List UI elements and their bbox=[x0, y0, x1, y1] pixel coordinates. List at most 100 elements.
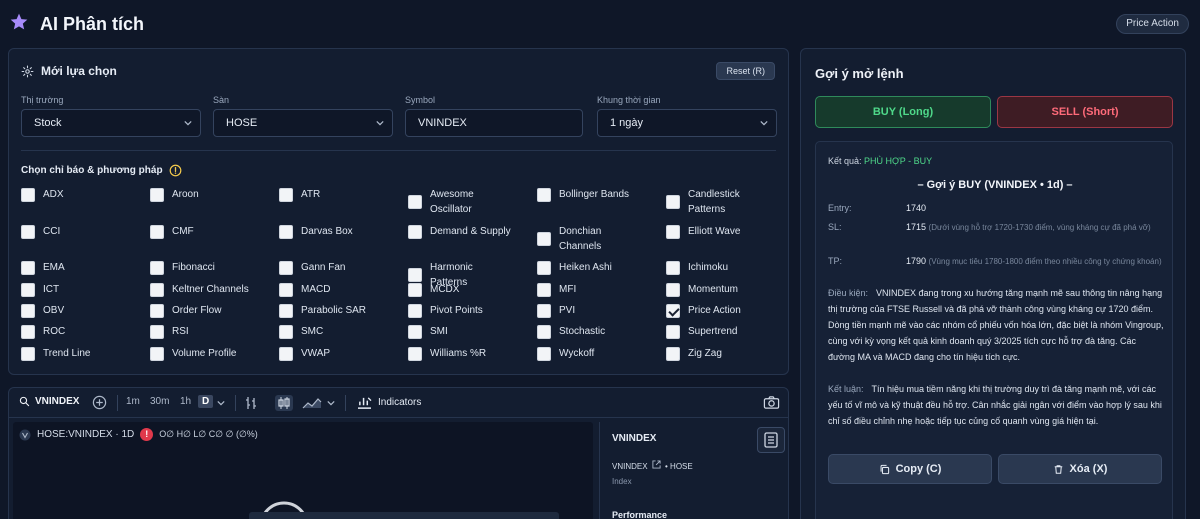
indicator-gann-fan[interactable]: Gann Fan bbox=[279, 260, 345, 275]
indicator-vwap[interactable]: VWAP bbox=[279, 346, 330, 361]
indicator-volume-profile[interactable]: Volume Profile bbox=[150, 346, 236, 361]
indicator-pivot-points[interactable]: Pivot Points bbox=[408, 303, 483, 318]
indicator-elliott-wave[interactable]: Elliott Wave bbox=[666, 224, 740, 239]
buy-button[interactable]: BUY (Long) bbox=[815, 96, 991, 128]
camera-icon[interactable] bbox=[763, 395, 780, 410]
indicator-checkbox[interactable] bbox=[21, 282, 35, 297]
indicator-checkbox[interactable] bbox=[666, 346, 680, 361]
indicator-smc[interactable]: SMC bbox=[279, 324, 323, 339]
indicator-checkbox[interactable] bbox=[279, 303, 293, 318]
indicator-checkbox[interactable] bbox=[666, 303, 680, 318]
watchlist-toggle[interactable] bbox=[757, 427, 785, 453]
area-chart-icon[interactable] bbox=[302, 396, 322, 410]
indicator-trend-line[interactable]: Trend Line bbox=[21, 346, 90, 361]
indicator-checkbox[interactable] bbox=[408, 282, 422, 297]
interval-1h[interactable]: 1h bbox=[180, 396, 191, 407]
indicator-cmf[interactable]: CMF bbox=[150, 224, 194, 239]
chevron-down-icon[interactable] bbox=[327, 399, 335, 407]
copy-button[interactable]: Copy (C) bbox=[828, 454, 992, 484]
indicator-williams-r[interactable]: Williams %R bbox=[408, 346, 486, 361]
indicator-checkbox[interactable] bbox=[537, 260, 551, 275]
sell-button[interactable]: SELL (Short) bbox=[997, 96, 1173, 128]
indicator-checkbox[interactable] bbox=[150, 303, 164, 318]
external-link-icon[interactable] bbox=[652, 460, 661, 469]
indicator-checkbox[interactable] bbox=[408, 346, 422, 361]
indicator-checkbox[interactable] bbox=[666, 282, 680, 297]
indicator-roc[interactable]: ROC bbox=[21, 324, 65, 339]
interval-d[interactable]: D bbox=[198, 395, 214, 408]
indicator-checkbox[interactable] bbox=[537, 187, 551, 202]
add-compare-icon[interactable] bbox=[92, 395, 107, 410]
indicator-atr[interactable]: ATR bbox=[279, 187, 320, 202]
indicator-order-flow[interactable]: Order Flow bbox=[150, 303, 221, 318]
interval-30m[interactable]: 30m bbox=[150, 396, 169, 407]
indicator-checkbox[interactable] bbox=[21, 187, 35, 202]
indicator-checkbox[interactable] bbox=[666, 324, 680, 339]
indicator-checkbox[interactable] bbox=[666, 195, 680, 209]
indicator-wyckoff[interactable]: Wyckoff bbox=[537, 346, 594, 361]
exchange-select[interactable]: HOSE bbox=[213, 109, 393, 137]
indicator-pvi[interactable]: PVI bbox=[537, 303, 575, 318]
indicator-checkbox[interactable] bbox=[279, 324, 293, 339]
indicator-checkbox[interactable] bbox=[279, 224, 293, 239]
indicator-stochastic[interactable]: Stochastic bbox=[537, 324, 605, 339]
indicator-parabolic-sar[interactable]: Parabolic SAR bbox=[279, 303, 366, 318]
indicator-checkbox[interactable] bbox=[537, 324, 551, 339]
indicator-rsi[interactable]: RSI bbox=[150, 324, 189, 339]
timeframe-select[interactable]: 1 ngày bbox=[597, 109, 777, 137]
indicator-checkbox[interactable] bbox=[21, 324, 35, 339]
indicator-checkbox[interactable] bbox=[537, 346, 551, 361]
indicator-darvas-box[interactable]: Darvas Box bbox=[279, 224, 353, 239]
candles-icon[interactable] bbox=[275, 395, 293, 411]
indicator-checkbox[interactable] bbox=[537, 282, 551, 297]
alert-icon[interactable]: ! bbox=[140, 428, 154, 441]
indicator-smi[interactable]: SMI bbox=[408, 324, 448, 339]
indicator-bollinger-bands[interactable]: Bollinger Bands bbox=[537, 187, 629, 202]
indicator-checkbox[interactable] bbox=[21, 224, 35, 239]
interval-1m[interactable]: 1m bbox=[126, 396, 140, 407]
chart-canvas[interactable]: HOSE:VNINDEX · 1D ! O∅ H∅ L∅ C∅ ∅ (∅%) bbox=[13, 422, 593, 519]
indicator-checkbox[interactable] bbox=[150, 282, 164, 297]
indicator-checkbox[interactable] bbox=[150, 224, 164, 239]
indicator-checkbox[interactable] bbox=[150, 260, 164, 275]
indicator-checkbox[interactable] bbox=[408, 224, 422, 239]
symbol-input[interactable]: VNINDEX bbox=[405, 109, 583, 137]
indicator-checkbox[interactable] bbox=[666, 224, 680, 239]
indicator-aroon[interactable]: Aroon bbox=[150, 187, 199, 202]
indicator-ema[interactable]: EMA bbox=[21, 260, 65, 275]
indicator-checkbox[interactable] bbox=[21, 346, 35, 361]
delete-button[interactable]: Xóa (X) bbox=[998, 454, 1162, 484]
indicator-checkbox[interactable] bbox=[150, 187, 164, 202]
indicator-checkbox[interactable] bbox=[150, 346, 164, 361]
indicator-checkbox[interactable] bbox=[150, 324, 164, 339]
indicator-keltner-channels[interactable]: Keltner Channels bbox=[150, 282, 249, 297]
market-select[interactable]: Stock bbox=[21, 109, 201, 137]
indicator-checkbox[interactable] bbox=[21, 260, 35, 275]
indicator-checkbox[interactable] bbox=[408, 324, 422, 339]
indicator-obv[interactable]: OBV bbox=[21, 303, 64, 318]
indicator-ict[interactable]: ICT bbox=[21, 282, 59, 297]
indicator-candlestick-patterns[interactable]: Candlestick Patterns bbox=[666, 187, 768, 217]
indicator-macd[interactable]: MACD bbox=[279, 282, 330, 297]
indicator-checkbox[interactable] bbox=[279, 282, 293, 297]
indicator-mcdx[interactable]: MCDX bbox=[408, 282, 459, 297]
indicator-price-action[interactable]: Price Action bbox=[666, 303, 741, 318]
indicator-checkbox[interactable] bbox=[537, 232, 551, 246]
indicator-checkbox[interactable] bbox=[21, 303, 35, 318]
indicator-ichimoku[interactable]: Ichimoku bbox=[666, 260, 728, 275]
indicator-checkbox[interactable] bbox=[408, 303, 422, 318]
indicator-donchian-channels[interactable]: Donchian Channels bbox=[537, 224, 639, 254]
indicator-checkbox[interactable] bbox=[666, 260, 680, 275]
indicator-zig-zag[interactable]: Zig Zag bbox=[666, 346, 722, 361]
indicator-awesome-oscillator[interactable]: Awesome Oscillator bbox=[408, 187, 510, 217]
indicator-demand-supply[interactable]: Demand & Supply bbox=[408, 224, 511, 239]
mode-badge[interactable]: Price Action bbox=[1116, 14, 1189, 34]
info-icon[interactable] bbox=[169, 164, 182, 177]
indicators-button[interactable]: Indicators bbox=[357, 396, 421, 409]
indicator-mfi[interactable]: MFI bbox=[537, 282, 576, 297]
reset-button[interactable]: Reset (R) bbox=[716, 62, 775, 80]
bar-style-icon[interactable] bbox=[245, 396, 258, 410]
indicator-checkbox[interactable] bbox=[537, 303, 551, 318]
indicator-checkbox[interactable] bbox=[279, 187, 293, 202]
indicator-checkbox[interactable] bbox=[408, 268, 422, 282]
